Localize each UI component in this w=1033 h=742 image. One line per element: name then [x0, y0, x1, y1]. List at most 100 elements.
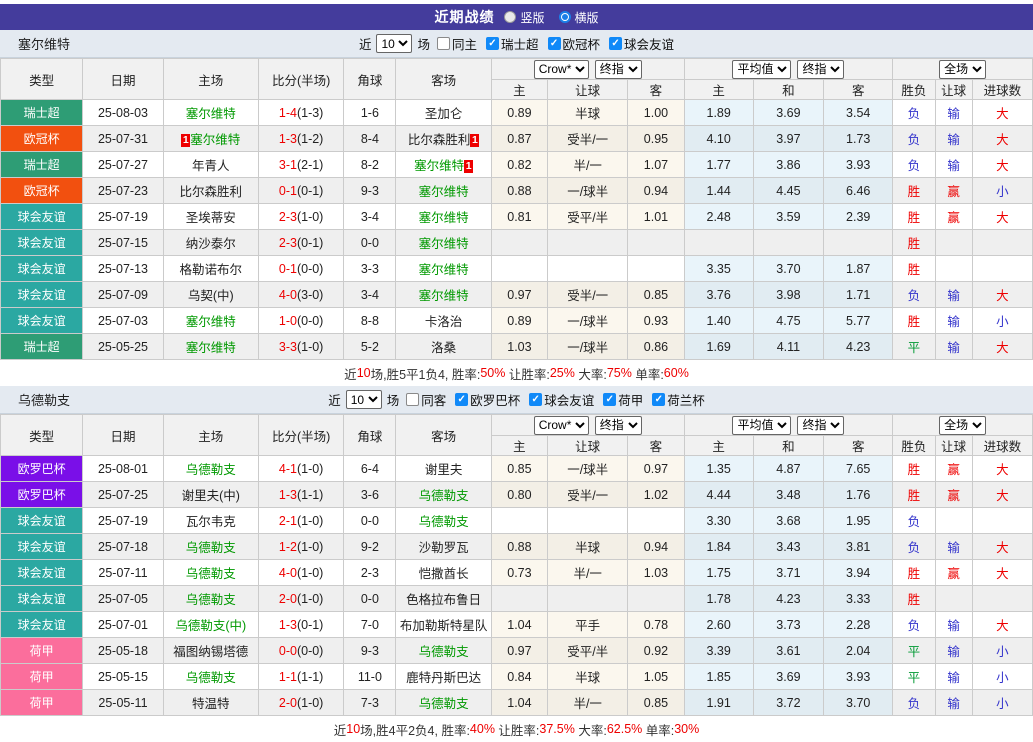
match-row: 球会友谊 25-07-18 乌德勒支 1-2(1-0) 9-2 沙勒罗瓦 0.88 半球 0.9…	[0, 533, 1033, 560]
league-filter[interactable]: ✓ 欧冠杯	[547, 34, 600, 53]
team-label: 乌德勒支	[185, 463, 236, 477]
odds-time-select[interactable]: 终指	[594, 415, 642, 435]
checkbox-unchecked-icon[interactable]	[406, 393, 420, 406]
summary-segment: 10	[356, 366, 371, 380]
summary-segment: 75%	[606, 366, 632, 380]
summary-segment: 让胜率:	[494, 723, 540, 738]
radio-unchecked-icon[interactable]	[504, 11, 517, 23]
team-label: 特温特	[192, 697, 230, 711]
match-row: 球会友谊 25-07-03 塞尔维特 1-0(0-0) 8-8 卡洛治 0.89 一/球半 0.…	[0, 307, 1033, 334]
avg-away: 2.28	[823, 611, 894, 638]
home-team: 圣埃蒂安	[162, 203, 259, 230]
league-filter[interactable]: ✓ 球会友谊	[609, 34, 674, 53]
layout-vertical-label[interactable]: 竖版	[520, 9, 544, 26]
league-filter[interactable]: ✓ 瑞士超	[486, 34, 539, 53]
avg-home: 1.91	[683, 689, 754, 716]
home-team: 比尔森胜利	[162, 177, 259, 204]
full-time-score: 1-3	[278, 131, 297, 146]
result-handicap: 输	[934, 125, 973, 152]
result-outcome: 负	[892, 151, 936, 178]
checkbox-checked-icon[interactable]: ✓	[547, 37, 561, 50]
avg-home: 2.60	[683, 611, 754, 638]
summary-segment: 场,胜4平2负4, 胜率:	[360, 723, 470, 738]
match-row: 荷甲 25-05-18 福图纳锡塔德 0-0(0-0) 9-3 乌德勒支 0.97 受平/半 0…	[0, 637, 1033, 664]
result-outcome: 胜	[892, 455, 936, 482]
home-team: 纳沙泰尔	[162, 229, 259, 256]
layout-vertical-option[interactable]: 竖版	[504, 9, 545, 26]
team-label: 塞尔维特	[418, 237, 469, 251]
avg-draw: 3.70	[752, 255, 825, 282]
odds-away: 1.03	[627, 559, 685, 586]
odds-handicap: 半球	[547, 663, 629, 690]
result-outcome: 胜	[892, 177, 936, 204]
checkbox-checked-icon[interactable]: ✓	[486, 37, 499, 50]
result-outcome: 胜	[892, 203, 936, 230]
result-outcome: 负	[892, 125, 936, 152]
away-team: 色格拉布鲁日	[395, 585, 492, 612]
away-team: 塞尔维特	[395, 177, 492, 204]
match-row: 瑞士超 25-05-25 塞尔维特 3-3(1-0) 5-2 洛桑 1.03 一/球半 0.86…	[0, 333, 1033, 360]
layout-horizontal-option[interactable]: 横版	[558, 9, 599, 26]
radio-checked-icon[interactable]	[558, 11, 571, 23]
checkbox-checked-icon[interactable]: ✓	[529, 393, 543, 406]
result-goals: 小	[971, 307, 1033, 334]
sub-odds-handicap: 让球	[547, 435, 629, 456]
avg-source-select[interactable]: 平均值	[732, 415, 792, 435]
layout-horizontal-label[interactable]: 横版	[575, 9, 599, 26]
recent-count-select[interactable]: 10	[345, 390, 382, 409]
match-date: 25-07-31	[82, 125, 164, 152]
recent-count-select[interactable]: 10	[376, 34, 413, 53]
half-time-score: (1-0)	[296, 591, 324, 606]
odds-time-select[interactable]: 终指	[594, 59, 642, 79]
home-team: 乌德勒支	[162, 533, 259, 560]
checkbox-checked-icon[interactable]: ✓	[455, 393, 469, 406]
odds-home: 0.80	[490, 481, 549, 508]
odds-handicap: 平手	[547, 611, 629, 638]
league-type-badge: 瑞士超	[0, 151, 84, 178]
match-date: 25-07-18	[82, 533, 164, 560]
odds-source-select[interactable]: Crow*	[533, 415, 589, 435]
result-handicap: 输	[934, 689, 973, 716]
score: 2-0(1-0)	[257, 585, 345, 612]
avg-time-select[interactable]: 终指	[797, 59, 845, 79]
league-type-badge: 球会友谊	[0, 533, 84, 560]
odds-away: 1.00	[627, 99, 685, 126]
match-date: 25-05-25	[82, 333, 164, 360]
avg-away: 3.54	[823, 99, 894, 126]
result-handicap	[934, 255, 973, 282]
checkbox-unchecked-icon[interactable]	[436, 37, 450, 50]
league-filter[interactable]: ✓ 荷甲	[603, 390, 643, 409]
avg-time-select[interactable]: 终指	[797, 415, 845, 435]
odds-away: 1.05	[627, 663, 685, 690]
league-filter[interactable]: ✓ 球会友谊	[529, 390, 594, 409]
corner-count: 9-3	[343, 177, 397, 204]
avg-source-select[interactable]: 平均值	[732, 59, 792, 79]
checkbox-checked-icon[interactable]: ✓	[603, 393, 617, 406]
odds-handicap: 一/球半	[547, 333, 629, 360]
league-type-badge: 欧冠杯	[0, 125, 84, 152]
league-filter[interactable]: ✓ 欧罗巴杯	[455, 390, 520, 409]
league-filter[interactable]: ✓ 荷兰杯	[652, 390, 705, 409]
score: 1-1(1-1)	[257, 663, 345, 690]
odds-home: 0.73	[490, 559, 549, 586]
col-type: 类型	[0, 414, 84, 456]
red-card-icon: 1	[181, 134, 191, 147]
scope-select[interactable]: 全场	[939, 59, 987, 79]
league-filter-label: 球会友谊	[624, 38, 675, 52]
scope-select[interactable]: 全场	[939, 415, 987, 435]
same-venue-filter[interactable]: 同客	[406, 390, 446, 409]
match-date: 25-07-13	[82, 255, 164, 282]
team-label: 乌德勒支	[418, 645, 469, 659]
result-handicap: 输	[934, 663, 973, 690]
summary-segment: 10	[346, 722, 361, 736]
score: 2-3(1-0)	[257, 203, 345, 230]
odds-away: 0.94	[627, 533, 685, 560]
odds-handicap: 半/一	[547, 559, 629, 586]
away-team: 乌德勒支	[395, 637, 492, 664]
odds-source-select[interactable]: Crow*	[533, 59, 589, 79]
away-team: 塞尔维特	[395, 281, 492, 308]
corner-count: 8-4	[343, 125, 397, 152]
checkbox-checked-icon[interactable]: ✓	[609, 37, 623, 50]
same-venue-filter[interactable]: 同主	[436, 34, 477, 53]
checkbox-checked-icon[interactable]: ✓	[652, 393, 666, 406]
